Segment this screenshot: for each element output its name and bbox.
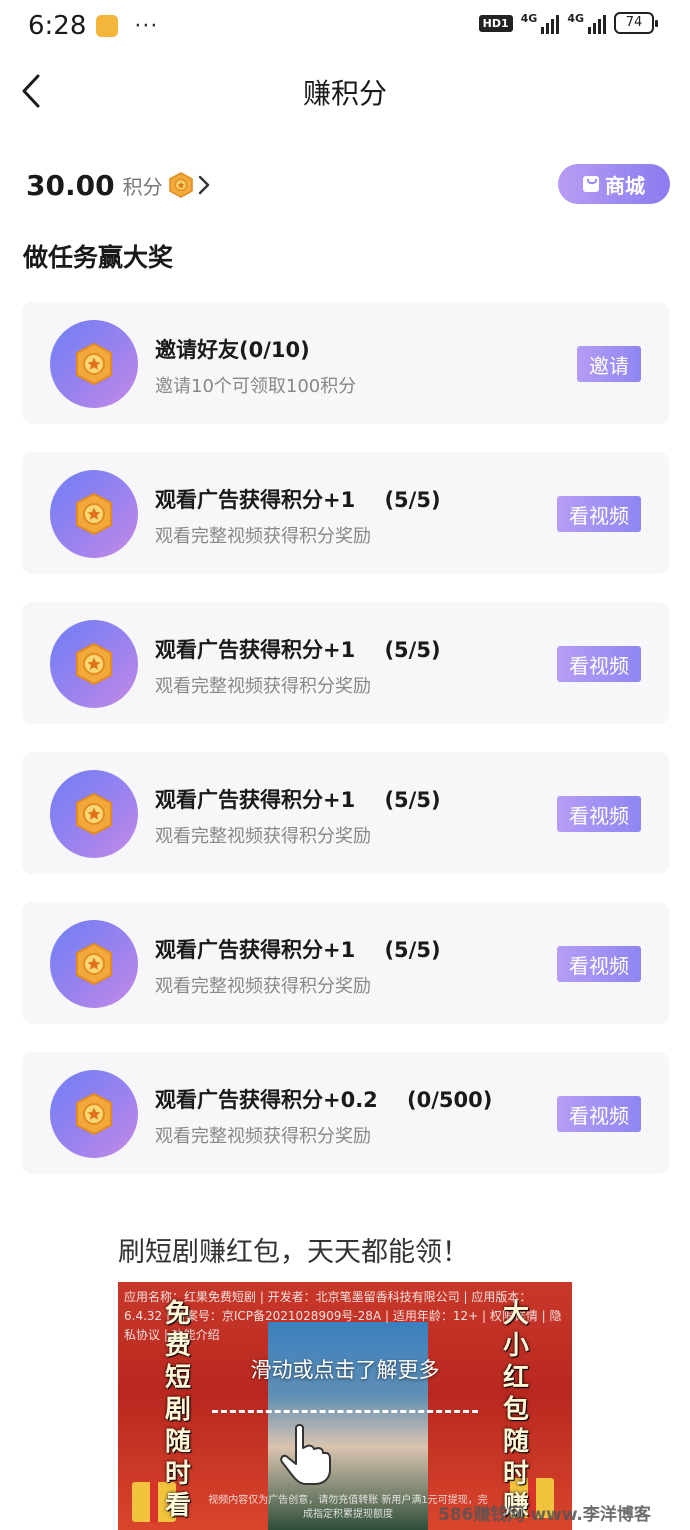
task-card-watch-ad: 观看广告获得积分+0.2 (0/500) 观看完整视频获得积分奖励 看视频 <box>22 1052 669 1174</box>
medal-icon <box>76 492 112 536</box>
hand-pointer-icon <box>280 1424 331 1485</box>
task-title: 观看广告获得积分+1 (5/5) <box>155 638 441 662</box>
promo-ad-banner[interactable]: 应用名称：红果免费短剧 | 开发者：北京笔墨留香科技有限公司 | 应用版本：6.… <box>118 1282 572 1530</box>
promo-heading: 刷短剧赚红包，天天都能领！ <box>118 1237 469 1268</box>
promo-right-slogan: 大小红包随时赚 <box>502 1299 529 1521</box>
task-description: 观看完整视频获得积分奖励 <box>155 676 371 697</box>
chevron-right-icon <box>198 175 209 195</box>
points-unit: 积分 <box>122 174 163 199</box>
invite-button[interactable]: 邀请 <box>577 346 641 382</box>
coin-icon <box>168 172 193 198</box>
task-icon <box>50 320 138 408</box>
battery-icon: 74 <box>614 12 658 34</box>
task-icon <box>50 470 138 558</box>
promo-left-slogan: 免费短剧随时看 <box>164 1299 191 1521</box>
promo-cta-text: 滑动或点击了解更多 <box>250 1358 440 1382</box>
points-value: 30.00 <box>26 168 115 202</box>
task-list: 邀请好友(0/10) 邀请10个可领取100积分 邀请 观看广告获得积分+1 (… <box>22 302 669 1202</box>
task-title: 观看广告获得积分+1 (5/5) <box>155 938 441 962</box>
medal-icon <box>76 942 112 986</box>
status-bar: 6:28 ··· HD1 4G 4G 74 <box>0 0 690 52</box>
swipe-track <box>212 1410 478 1413</box>
task-icon <box>50 620 138 708</box>
task-card-invite: 邀请好友(0/10) 邀请10个可领取100积分 邀请 <box>22 302 669 424</box>
watch-video-button[interactable]: 看视频 <box>557 496 641 532</box>
task-card-watch-ad: 观看广告获得积分+1 (5/5) 观看完整视频获得积分奖励 看视频 <box>22 452 669 574</box>
medal-icon <box>76 642 112 686</box>
mall-button-label: 商城 <box>605 173 645 198</box>
shopping-bag-icon <box>583 176 599 192</box>
task-card-watch-ad: 观看广告获得积分+1 (5/5) 观看完整视频获得积分奖励 看视频 <box>22 602 669 724</box>
task-title: 观看广告获得积分+1 (5/5) <box>155 788 441 812</box>
hd-voice-icon: HD1 <box>478 14 513 32</box>
nav-bar: 赚积分 <box>0 58 690 124</box>
task-title: 邀请好友(0/10) <box>155 338 310 362</box>
page-title: 赚积分 <box>302 77 387 110</box>
status-time: 6:28 <box>28 11 87 41</box>
watch-video-button[interactable]: 看视频 <box>557 946 641 982</box>
task-icon <box>50 1070 138 1158</box>
section-title: 做任务赢大奖 <box>23 243 174 272</box>
medal-icon <box>76 342 112 386</box>
more-notifications-icon: ··· <box>134 13 159 39</box>
network-type-label: 4G <box>520 12 538 25</box>
task-title: 观看广告获得积分+1 (5/5) <box>155 488 441 512</box>
task-description: 观看完整视频获得积分奖励 <box>155 1126 371 1147</box>
task-description: 观看完整视频获得积分奖励 <box>155 826 371 847</box>
task-title: 观看广告获得积分+0.2 (0/500) <box>155 1088 493 1112</box>
task-description: 观看完整视频获得积分奖励 <box>155 526 371 547</box>
notification-app-icon <box>96 15 119 37</box>
task-icon <box>50 920 138 1008</box>
task-description: 邀请10个可领取100积分 <box>155 376 357 397</box>
network-type-label: 4G <box>567 12 584 25</box>
task-icon <box>50 770 138 858</box>
medal-icon <box>76 792 112 836</box>
watch-video-button[interactable]: 看视频 <box>557 646 641 682</box>
task-card-watch-ad: 观看广告获得积分+1 (5/5) 观看完整视频获得积分奖励 看视频 <box>22 752 669 874</box>
medal-icon <box>76 1092 112 1136</box>
points-summary[interactable]: 30.00 积分 <box>26 162 211 208</box>
signal-icon-1: 4G <box>521 12 560 34</box>
signal-icon-2: 4G <box>567 12 606 34</box>
mall-button[interactable]: 商城 <box>558 164 670 204</box>
watch-video-button[interactable]: 看视频 <box>557 1096 641 1132</box>
watermark: 586赚钱网 www.李洋博客 <box>438 1505 651 1525</box>
task-card-watch-ad: 观看广告获得积分+1 (5/5) 观看完整视频获得积分奖励 看视频 <box>22 902 669 1024</box>
task-description: 观看完整视频获得积分奖励 <box>155 976 371 997</box>
watch-video-button[interactable]: 看视频 <box>557 796 641 832</box>
